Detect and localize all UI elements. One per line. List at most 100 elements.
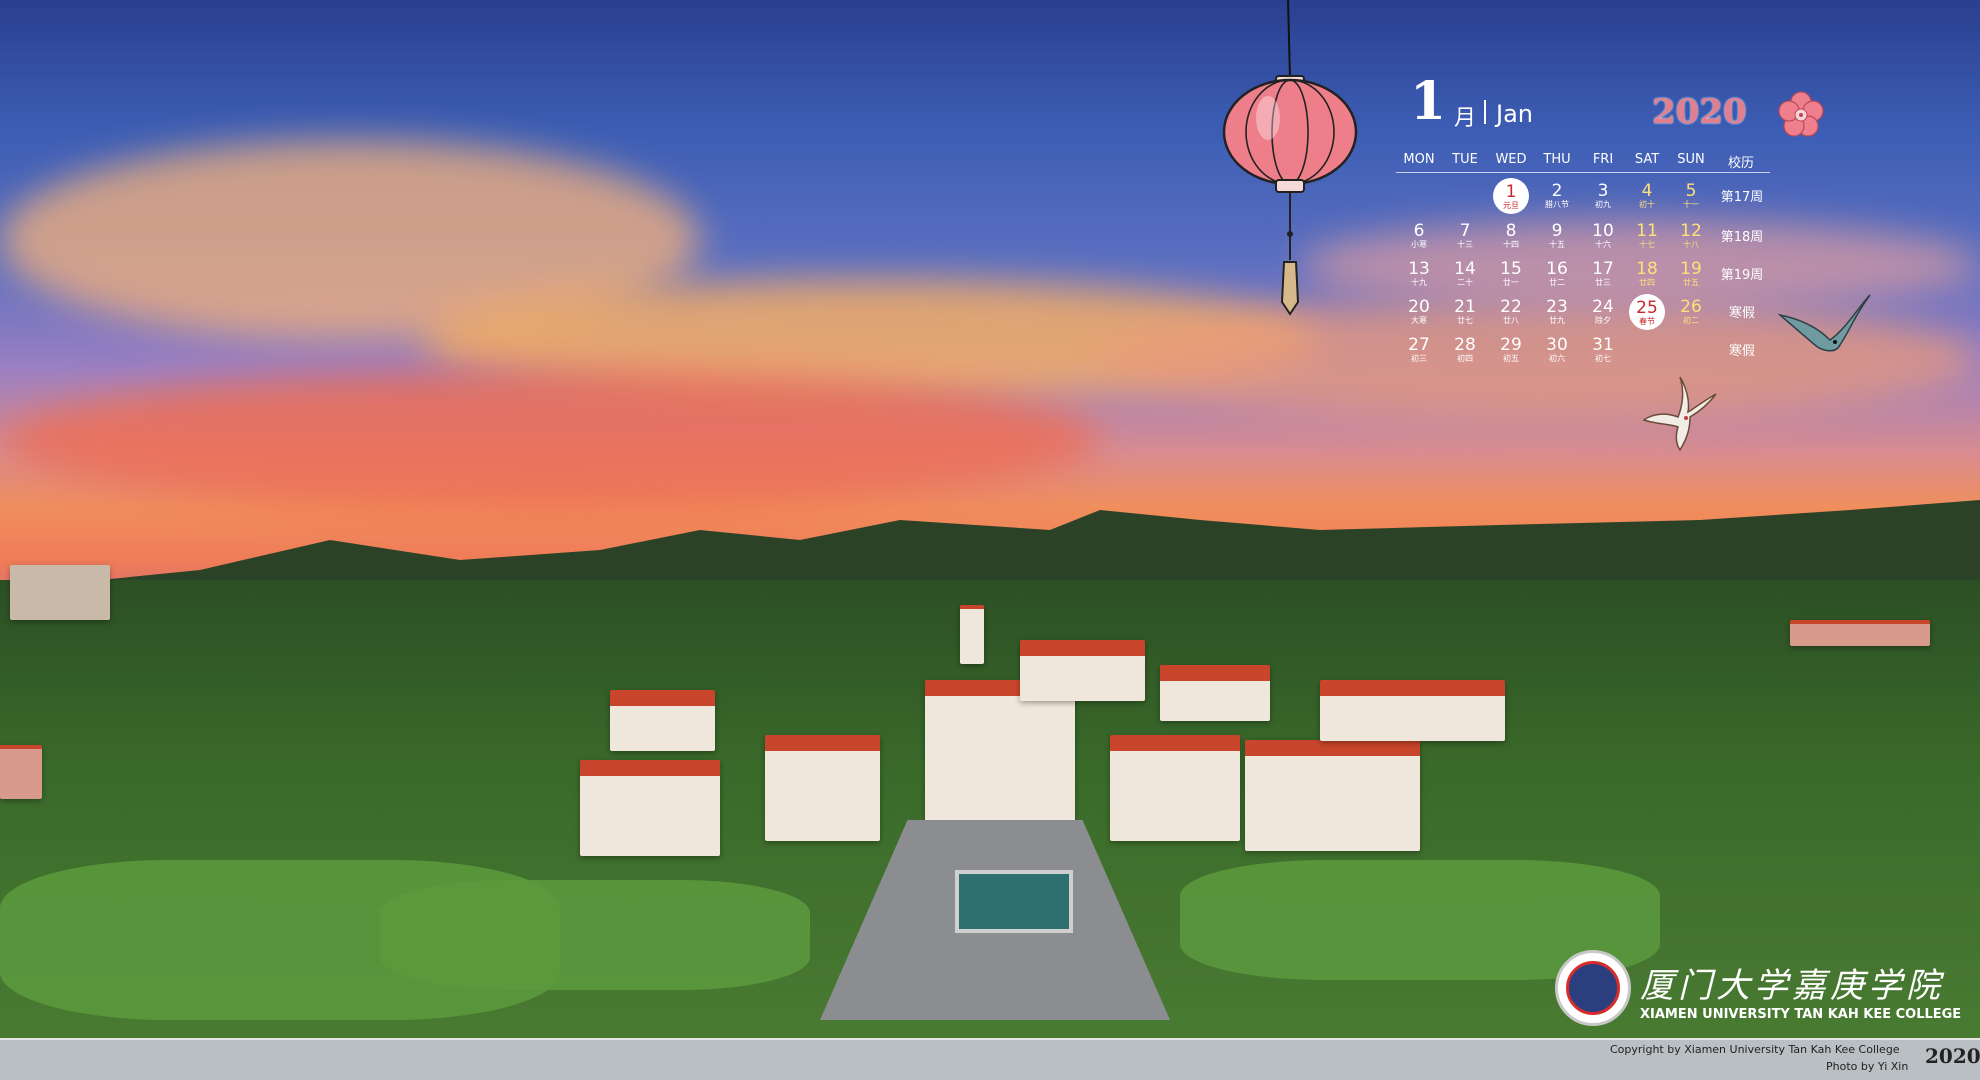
day-number: 17 — [1592, 259, 1614, 279]
weekday-label: FRI — [1592, 152, 1614, 167]
day-number: 25 — [1636, 298, 1658, 318]
copyright-text: Copyright by Xiamen University Tan Kah K… — [1610, 1043, 1900, 1056]
lunar-label: 初十 — [1639, 200, 1655, 209]
calendar-day: 16 廿二 — [1534, 260, 1580, 296]
lunar-label: 初七 — [1595, 354, 1611, 363]
day-number: 7 — [1459, 221, 1471, 241]
lunar-label: 初六 — [1549, 354, 1565, 363]
calendar-day: 27 初三 — [1396, 336, 1442, 372]
calendar-day: 26 初二 — [1668, 298, 1714, 334]
day-number: 19 — [1680, 259, 1702, 279]
calendar-day: 14 二十 — [1442, 260, 1488, 296]
day-number: 1 — [1505, 182, 1517, 202]
calendar-day: 5 十一 — [1668, 182, 1714, 218]
calendar-day: 17 廿三 — [1580, 260, 1626, 296]
weekday-label: TUE — [1452, 152, 1478, 167]
lunar-label: 廿七 — [1457, 316, 1473, 325]
day-number: 26 — [1680, 297, 1702, 317]
day-number: 10 — [1592, 221, 1614, 241]
calendar-day: 15 廿一 — [1488, 260, 1534, 296]
month-english: Jan — [1496, 100, 1533, 128]
week-column-header: 校历 — [1727, 156, 1754, 171]
building-tower — [960, 605, 984, 664]
calendar-widget: 1 月 Jan 2020 MON TUE WED THU FRI SAT SUN 校历 1元… — [1390, 70, 1824, 390]
weekday-label: WED — [1495, 152, 1527, 167]
cloud — [0, 370, 1100, 510]
calendar-day: 28 初四 — [1442, 336, 1488, 372]
day-number: 3 — [1597, 181, 1609, 201]
day-number: 13 — [1408, 259, 1430, 279]
day-number: 23 — [1546, 297, 1568, 317]
calendar-day: 12 十八 — [1668, 222, 1714, 258]
calendar-day: 24 除夕 — [1580, 298, 1626, 334]
month-number: 1 — [1410, 71, 1447, 132]
lunar-label: 廿八 — [1503, 316, 1519, 325]
day-number: 18 — [1636, 259, 1658, 279]
calendar-day: 3 初九 — [1580, 182, 1626, 218]
lunar-label: 初九 — [1595, 200, 1611, 209]
building-apartments — [1790, 620, 1930, 646]
calendar-day: 9 十五 — [1534, 222, 1580, 258]
calendar-day: 4 初十 — [1624, 182, 1670, 218]
lunar-label: 廿四 — [1639, 278, 1655, 287]
weekday-label: MON — [1403, 152, 1435, 167]
lunar-label: 大寒 — [1411, 316, 1427, 325]
calendar-year: 2020 — [1652, 92, 1747, 132]
lunar-label: 腊八节 — [1545, 200, 1569, 209]
calendar-day: 11 十七 — [1624, 222, 1670, 258]
lunar-label: 十八 — [1683, 240, 1699, 249]
lunar-label: 初二 — [1683, 316, 1699, 325]
fountain-pool — [955, 870, 1073, 933]
day-number: 15 — [1500, 259, 1522, 279]
calendar-day: 21 廿七 — [1442, 298, 1488, 334]
day-number: 28 — [1454, 335, 1476, 355]
building-wing — [610, 690, 715, 751]
calendar-day: 10 十六 — [1580, 222, 1626, 258]
lunar-label: 元旦 — [1503, 201, 1519, 210]
building-wing — [1160, 665, 1270, 721]
lunar-label: 十三 — [1457, 240, 1473, 249]
lunar-label: 初四 — [1457, 354, 1473, 363]
weekday-label: SUN — [1677, 152, 1705, 167]
day-number: 29 — [1500, 335, 1522, 355]
day-number: 21 — [1454, 297, 1476, 317]
day-number: 14 — [1454, 259, 1476, 279]
academic-week-label: 第17周 — [1720, 190, 1764, 205]
calendar-day: 29 初五 — [1488, 336, 1534, 372]
building-wing — [580, 760, 720, 856]
month-separator — [1484, 100, 1486, 124]
calendar-day: 6 小寒 — [1396, 222, 1442, 258]
lunar-label: 十五 — [1549, 240, 1565, 249]
calendar-day: 18 廿四 — [1624, 260, 1670, 296]
college-logo-emblem — [1566, 961, 1620, 1015]
weekday-label: SAT — [1634, 152, 1660, 167]
lunar-label: 廿一 — [1503, 278, 1519, 287]
lunar-label: 初三 — [1411, 354, 1427, 363]
lunar-label: 二十 — [1457, 278, 1473, 287]
day-number: 9 — [1551, 221, 1563, 241]
day-number: 16 — [1546, 259, 1568, 279]
calendar-day-highlighted: 1 元旦 — [1493, 178, 1529, 214]
calendar-day: 13 十九 — [1396, 260, 1442, 296]
building-wing — [1020, 640, 1145, 701]
day-number: 30 — [1546, 335, 1568, 355]
academic-week-label: 寒假 — [1728, 344, 1755, 359]
building-wing — [1110, 735, 1240, 841]
day-number: 12 — [1680, 221, 1702, 241]
day-number: 4 — [1641, 181, 1653, 201]
lunar-label: 十七 — [1639, 240, 1655, 249]
calendar-day: 7 十三 — [1442, 222, 1488, 258]
lunar-label: 十九 — [1411, 278, 1427, 287]
lawn — [380, 880, 810, 990]
calendar-day: 22 廿八 — [1488, 298, 1534, 334]
building-wing — [1320, 680, 1505, 741]
photo-credit: Photo by Yi Xin — [1826, 1060, 1909, 1073]
calendar-day: 20 大寒 — [1396, 298, 1442, 334]
lunar-label: 春节 — [1639, 317, 1655, 326]
building-wing — [765, 735, 880, 841]
academic-week-label: 第18周 — [1720, 230, 1764, 245]
plum-blossom-icon — [1778, 91, 1824, 137]
building-apartments — [10, 565, 110, 620]
day-number: 20 — [1408, 297, 1430, 317]
college-name-english: XIAMEN UNIVERSITY TAN KAH KEE COLLEGE — [1640, 1007, 1962, 1022]
